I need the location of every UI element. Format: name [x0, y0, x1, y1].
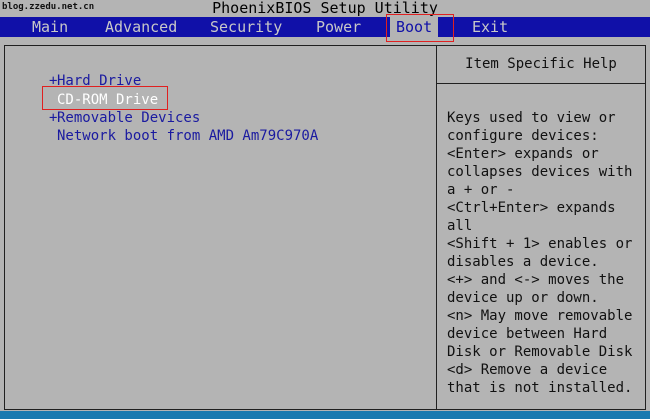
cd-rom-highlight — [42, 86, 168, 110]
title-bar: blog.zzedu.net.cn PhoenixBIOS Setup Util… — [0, 0, 650, 17]
help-line: <Shift + 1> enables or — [447, 236, 633, 252]
boot-item-label: Removable Devices — [57, 110, 201, 126]
help-line: that is not installed. — [447, 380, 633, 396]
help-line: <Ctrl+Enter> expands — [447, 200, 616, 216]
help-line: a + or - — [447, 182, 515, 198]
help-line: Keys used to view or — [447, 110, 616, 126]
help-line: disables a device. — [447, 254, 599, 270]
help-line: Disk or Removable Disk — [447, 344, 633, 360]
help-line: collapses devices with — [447, 164, 633, 180]
help-line: all — [447, 218, 473, 234]
help-pane: Item Specific Help Keys used to view or … — [437, 46, 645, 409]
help-text: Keys used to view or configure devices: … — [447, 109, 643, 397]
help-line: <d> Remove a device — [447, 362, 608, 378]
boot-tab-highlight — [386, 14, 454, 42]
help-line: configure devices: — [447, 128, 599, 144]
boot-item-label: Network boot from AMD Am79C970A — [57, 128, 319, 144]
tab-security[interactable]: Security — [210, 17, 282, 37]
help-line: <n> May move removable — [447, 308, 633, 324]
boot-item-removable-devices[interactable]: +Removable Devices — [49, 109, 200, 127]
help-line: device between Hard — [447, 326, 608, 342]
tab-power[interactable]: Power — [316, 17, 361, 37]
boot-item-network[interactable]: Network boot from AMD Am79C970A — [49, 127, 318, 145]
menu-bar: Main Advanced Security Power Boot Exit — [0, 17, 650, 37]
help-line: <Enter> expands or — [447, 146, 599, 162]
tab-advanced[interactable]: Advanced — [105, 17, 177, 37]
help-header: Item Specific Help — [437, 46, 645, 84]
tab-exit[interactable]: Exit — [472, 17, 508, 37]
help-line: <+> and <-> moves the — [447, 272, 625, 288]
help-line: device up or down. — [447, 290, 599, 306]
tab-main[interactable]: Main — [32, 17, 68, 37]
expand-marker: + — [49, 110, 58, 126]
bios-title: PhoenixBIOS Setup Utility — [212, 0, 438, 17]
bottom-status-bar — [0, 411, 650, 419]
